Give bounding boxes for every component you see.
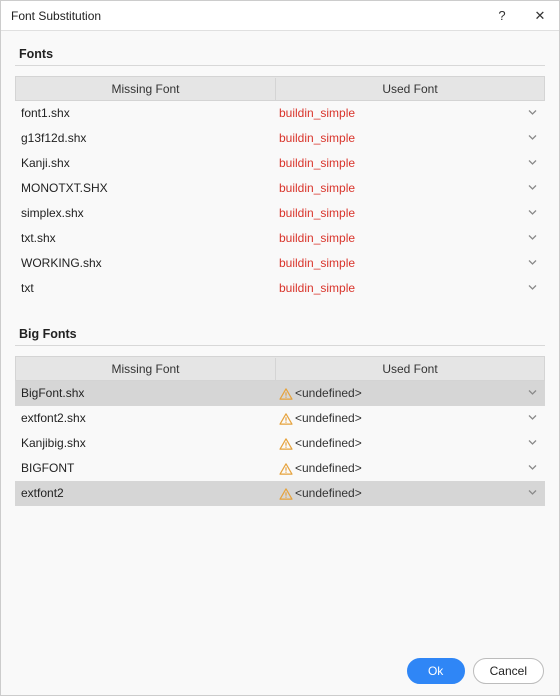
warning-icon (279, 438, 293, 450)
missing-font-cell: simplex.shx (15, 206, 275, 220)
chevron-down-icon (528, 413, 537, 424)
warning-icon (279, 463, 293, 475)
missing-font-cell: g13f12d.shx (15, 131, 275, 145)
chevron-down-icon (528, 258, 537, 269)
bigfonts-section: Big Fonts Missing Font Used Font BigFont… (15, 327, 545, 506)
used-font-dropdown[interactable]: buildin_simple (275, 206, 545, 220)
missing-font-cell: font1.shx (15, 106, 275, 120)
col-header-missing: Missing Font (16, 358, 276, 380)
table-row: simplex.shx buildin_simple (15, 201, 545, 226)
used-font-dropdown[interactable]: buildin_simple (275, 256, 545, 270)
used-font-value: buildin_simple (279, 131, 355, 145)
used-font-value: <undefined> (295, 461, 362, 475)
chevron-down-icon (528, 133, 537, 144)
bigfonts-section-title: Big Fonts (19, 327, 545, 341)
used-font-dropdown[interactable]: <undefined> (275, 386, 545, 400)
used-font-value: buildin_simple (279, 181, 355, 195)
divider (15, 345, 545, 346)
chevron-down-icon (528, 283, 537, 294)
divider (15, 65, 545, 66)
used-font-dropdown[interactable]: buildin_simple (275, 131, 545, 145)
missing-font-cell: WORKING.shx (15, 256, 275, 270)
titlebar: Font Substitution ? ✕ (1, 1, 559, 31)
bigfonts-table-header: Missing Font Used Font (15, 356, 545, 381)
warning-icon (279, 413, 293, 425)
dialog-content: Fonts Missing Font Used Font font1.shx bu… (1, 31, 559, 506)
close-button[interactable]: ✕ (521, 1, 559, 31)
table-row: WORKING.shx buildin_simple (15, 251, 545, 276)
used-font-value: <undefined> (295, 386, 362, 400)
missing-font-cell: BIGFONT (15, 461, 275, 475)
table-row: MONOTXT.SHX buildin_simple (15, 176, 545, 201)
fonts-table: Missing Font Used Font font1.shx buildin_… (15, 76, 545, 301)
chevron-down-icon (528, 208, 537, 219)
table-row: g13f12d.shx buildin_simple (15, 126, 545, 151)
table-row: extfont2 <undefined> (15, 481, 545, 506)
used-font-dropdown[interactable]: buildin_simple (275, 181, 545, 195)
used-font-dropdown[interactable]: buildin_simple (275, 281, 545, 295)
missing-font-cell: Kanji.shx (15, 156, 275, 170)
table-row: Kanjibig.shx <undefined> (15, 431, 545, 456)
chevron-down-icon (528, 183, 537, 194)
col-header-used: Used Font (276, 78, 544, 100)
col-header-used: Used Font (276, 358, 544, 380)
cancel-button[interactable]: Cancel (473, 658, 544, 684)
used-font-dropdown[interactable]: buildin_simple (275, 106, 545, 120)
fonts-section: Fonts Missing Font Used Font font1.shx bu… (15, 47, 545, 301)
missing-font-cell: Kanjibig.shx (15, 436, 275, 450)
chevron-down-icon (528, 233, 537, 244)
used-font-value: buildin_simple (279, 281, 355, 295)
used-font-dropdown[interactable]: <undefined> (275, 411, 545, 425)
missing-font-cell: txt.shx (15, 231, 275, 245)
used-font-dropdown[interactable]: <undefined> (275, 436, 545, 450)
chevron-down-icon (528, 463, 537, 474)
missing-font-cell: MONOTXT.SHX (15, 181, 275, 195)
missing-font-cell: extfont2.shx (15, 411, 275, 425)
missing-font-cell: extfont2 (15, 486, 275, 500)
ok-button[interactable]: Ok (407, 658, 465, 684)
used-font-value: buildin_simple (279, 231, 355, 245)
table-row: BIGFONT <undefined> (15, 456, 545, 481)
used-font-value: <undefined> (295, 436, 362, 450)
chevron-down-icon (528, 438, 537, 449)
used-font-value: buildin_simple (279, 256, 355, 270)
chevron-down-icon (528, 388, 537, 399)
warning-icon (279, 388, 293, 400)
used-font-value: <undefined> (295, 486, 362, 500)
table-row: Kanji.shx buildin_simple (15, 151, 545, 176)
col-header-missing: Missing Font (16, 78, 276, 100)
used-font-dropdown[interactable]: <undefined> (275, 486, 545, 500)
table-row: txt buildin_simple (15, 276, 545, 301)
used-font-value: buildin_simple (279, 106, 355, 120)
warning-icon (279, 488, 293, 500)
missing-font-cell: BigFont.shx (15, 386, 275, 400)
window-title: Font Substitution (11, 9, 101, 23)
used-font-value: buildin_simple (279, 206, 355, 220)
chevron-down-icon (528, 488, 537, 499)
missing-font-cell: txt (15, 281, 275, 295)
help-button[interactable]: ? (483, 1, 521, 31)
fonts-section-title: Fonts (19, 47, 545, 61)
table-row: font1.shx buildin_simple (15, 101, 545, 126)
chevron-down-icon (528, 108, 537, 119)
table-row: txt.shx buildin_simple (15, 226, 545, 251)
chevron-down-icon (528, 158, 537, 169)
used-font-value: buildin_simple (279, 156, 355, 170)
used-font-dropdown[interactable]: buildin_simple (275, 156, 545, 170)
bigfonts-table: Missing Font Used Font BigFont.shx <undef… (15, 356, 545, 506)
dialog-footer: Ok Cancel (407, 658, 544, 684)
used-font-dropdown[interactable]: <undefined> (275, 461, 545, 475)
fonts-table-header: Missing Font Used Font (15, 76, 545, 101)
table-row: BigFont.shx <undefined> (15, 381, 545, 406)
table-row: extfont2.shx <undefined> (15, 406, 545, 431)
used-font-value: <undefined> (295, 411, 362, 425)
used-font-dropdown[interactable]: buildin_simple (275, 231, 545, 245)
